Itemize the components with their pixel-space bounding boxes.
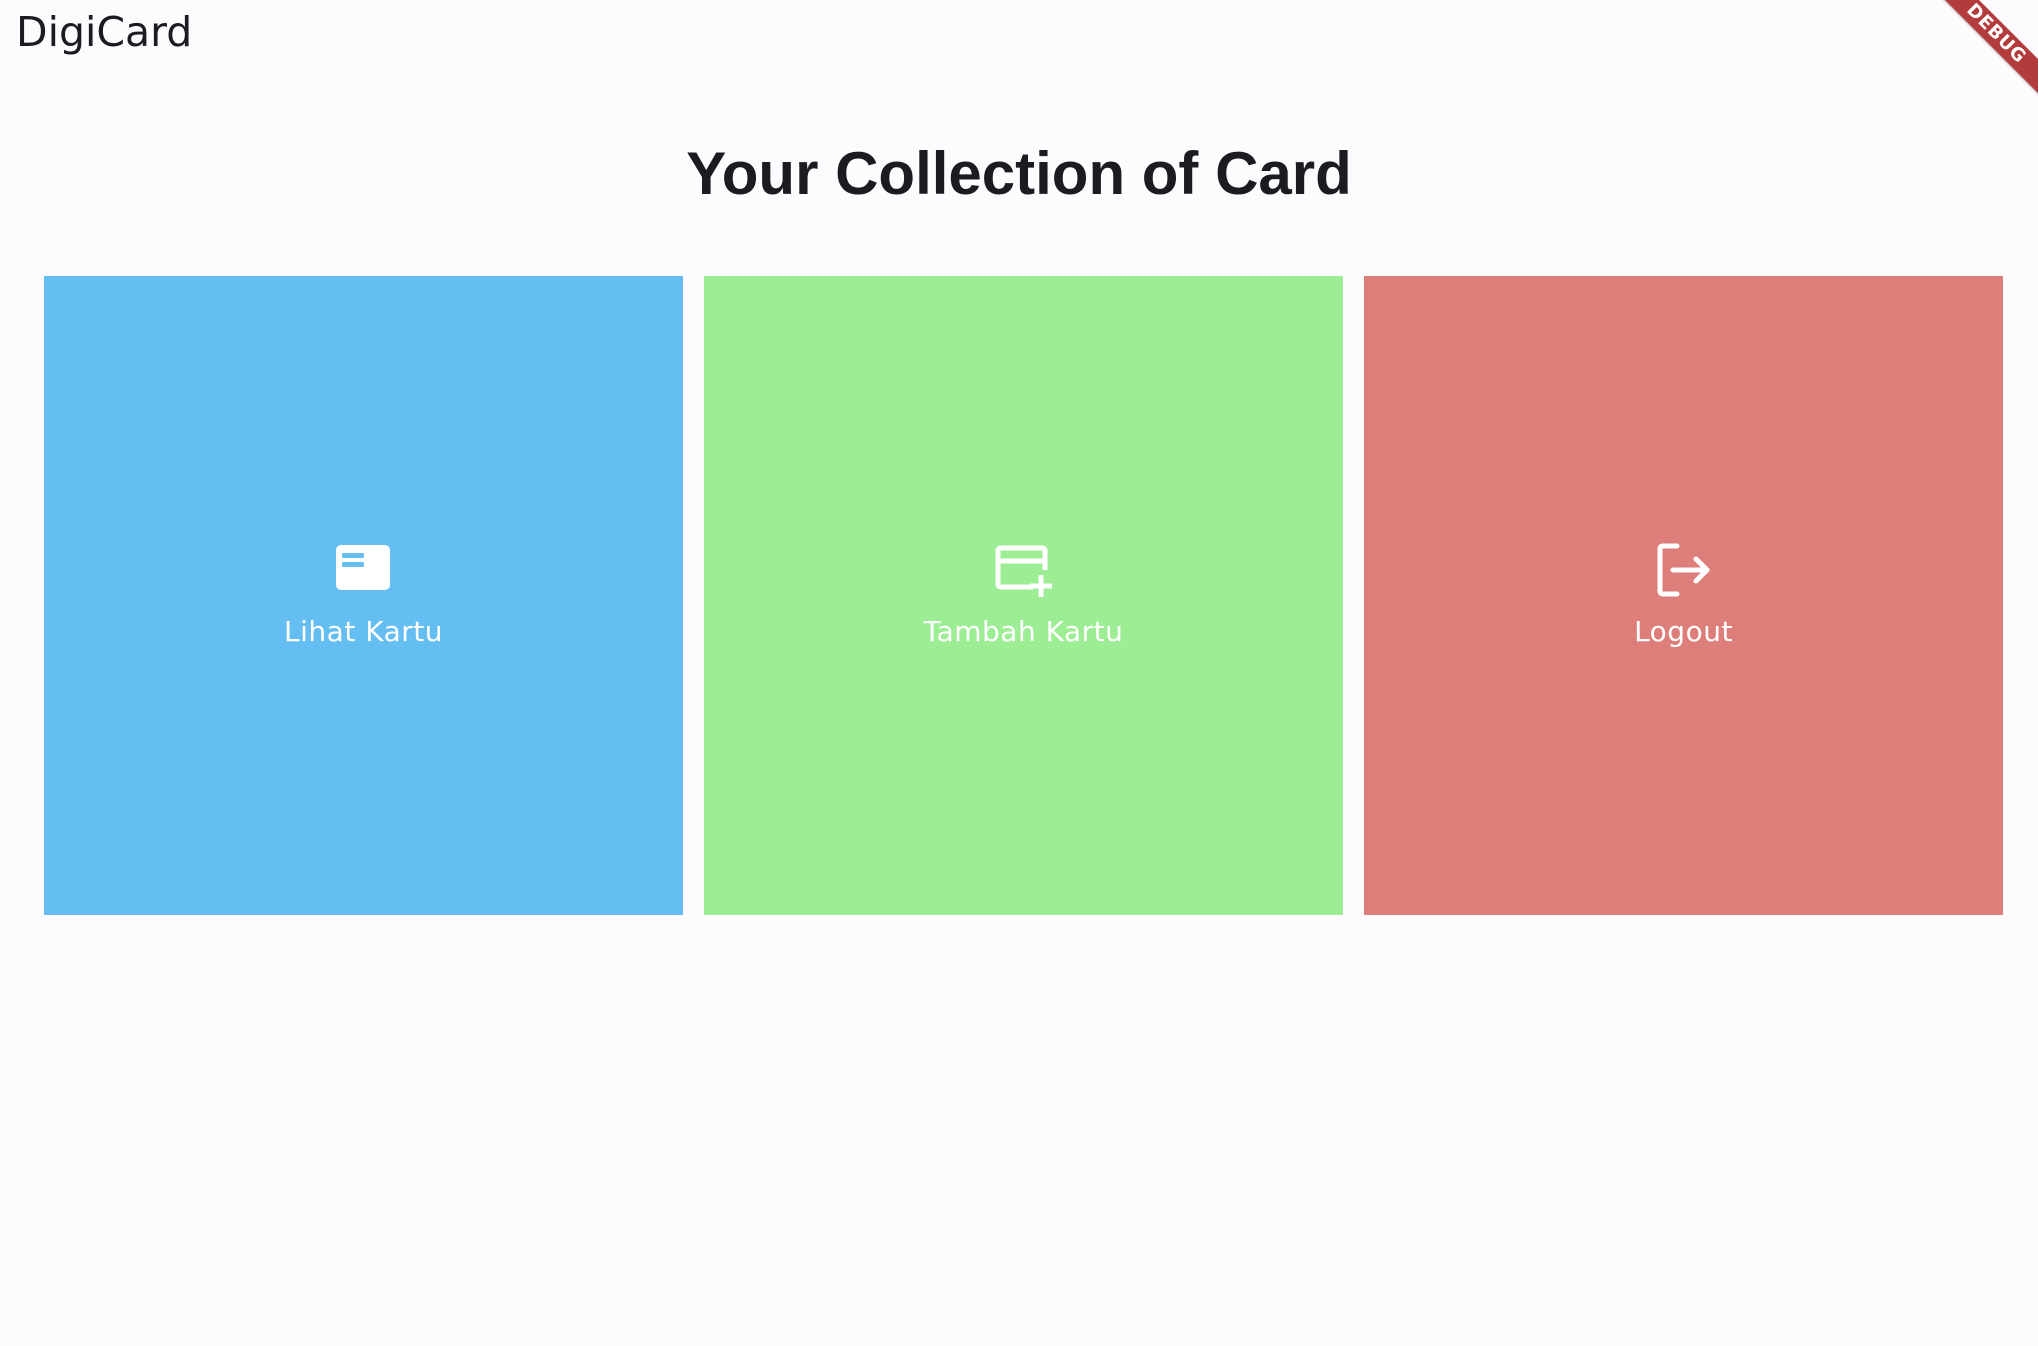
add-card-label: Tambah Kartu	[923, 615, 1124, 648]
app-bar: DigiCard	[0, 0, 2038, 70]
view-cards-label: Lihat Kartu	[284, 615, 443, 648]
view-cards-button[interactable]: Lihat Kartu	[44, 276, 683, 915]
add-card-button[interactable]: Tambah Kartu	[704, 276, 1343, 915]
app-title: DigiCard	[16, 8, 193, 56]
card-icon	[333, 540, 393, 600]
logout-button[interactable]: Logout	[1364, 276, 2003, 915]
logout-label: Logout	[1634, 615, 1733, 648]
logout-icon	[1653, 540, 1713, 600]
menu-grid: Lihat Kartu Tambah Kartu Logout	[44, 276, 2003, 915]
page-title: Your Collection of Card	[686, 140, 1352, 207]
add-card-icon	[993, 540, 1053, 600]
